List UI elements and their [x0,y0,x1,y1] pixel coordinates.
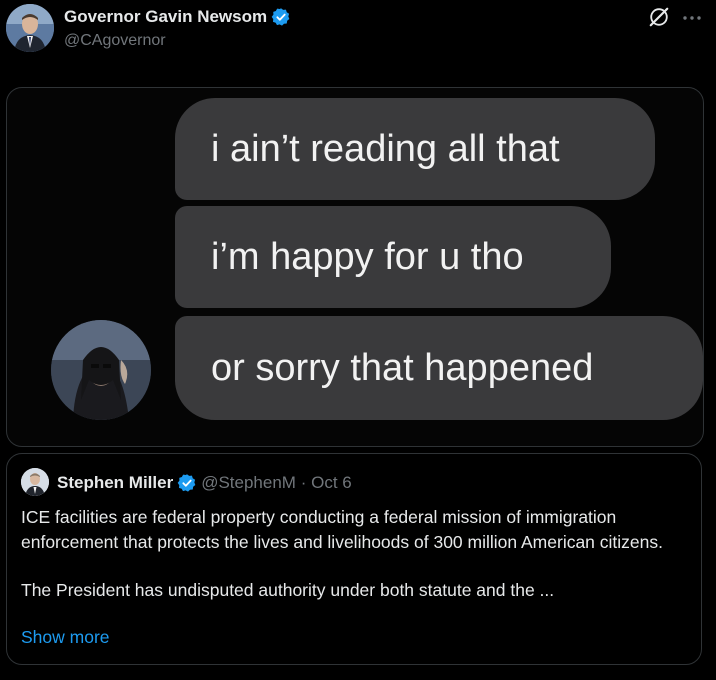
message-bubble: or sorry that happened [175,316,703,420]
author-handle[interactable]: @CAgovernor [64,32,166,50]
post-media-image[interactable]: i ain’t reading all that i’m happy for u… [6,87,704,447]
quoted-author-handle[interactable]: @StephenM [201,473,296,493]
quoted-author-avatar[interactable] [21,468,49,496]
more-icon[interactable] [680,8,704,28]
author-name-line: Governor Gavin Newsom [64,7,291,27]
show-more-link[interactable]: Show more [21,627,110,648]
quoted-post-text: ICE facilities are federal property cond… [21,505,693,603]
post-header: Governor Gavin Newsom @CAgovernor [0,0,716,80]
message-text: or sorry that happened [211,346,594,389]
quoted-post-date[interactable]: Oct 6 [311,473,352,493]
quoted-post[interactable]: Stephen Miller @StephenM · Oct 6 ICE fac… [6,453,702,665]
verified-badge-icon [177,473,197,493]
author-avatar[interactable] [6,4,54,52]
verified-badge-icon [271,7,291,27]
chat-avatar [51,320,151,420]
message-bubble: i ain’t reading all that [175,98,655,200]
message-text: i’m happy for u tho [211,235,524,278]
message-bubble: i’m happy for u tho [175,206,611,308]
quoted-author-name[interactable]: Stephen Miller [57,473,173,493]
message-text: i ain’t reading all that [211,127,560,170]
quoted-paragraph: ICE facilities are federal property cond… [21,507,663,552]
quoted-paragraph: The President has undisputed authority u… [21,580,555,600]
grok-icon[interactable] [648,6,670,28]
meta-separator: · [300,473,307,492]
author-name[interactable]: Governor Gavin Newsom [64,7,267,27]
quoted-post-header: Stephen Miller @StephenM · Oct 6 [57,473,352,493]
